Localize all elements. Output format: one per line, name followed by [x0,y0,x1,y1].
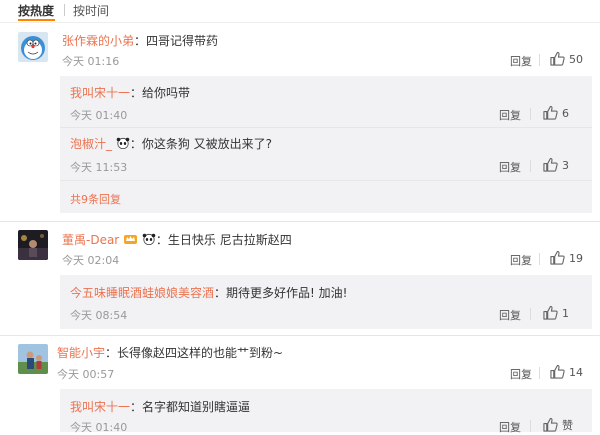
reply-button[interactable]: 回复 [510,252,532,268]
reply-text: ：名字都知道别瞎逼逼 [130,400,251,414]
action-separator [530,108,531,120]
comment-divider [0,221,600,222]
comment-author[interactable]: 张作霖的小弟 [62,34,134,48]
comment-divider [0,335,600,336]
reply-line: 泡椒汁_ ：你这条狗 又被放出来了? [70,135,272,152]
thumbs-up-icon [550,250,565,265]
like-button[interactable]: 19 [550,250,583,265]
like-count: 6 [562,107,569,120]
comment-1-line: 张作霖的小弟：四哥记得带药 [62,32,218,49]
comment-time: 今天 00:57 [57,368,115,381]
reply-time: 今天 01:40 [70,421,128,434]
comment-text: ：四哥记得带药 [134,34,219,48]
action-separator [539,367,540,379]
comment-author[interactable]: 智能小宇 [57,346,105,360]
action-separator [530,308,531,320]
like-label: 赞 [562,419,573,432]
action-separator [539,253,540,265]
reply-time: 今天 11:53 [70,161,128,174]
tab-separator [64,4,65,16]
tabs-divider [0,22,600,23]
panda-emoji-icon [142,233,156,247]
like-button[interactable]: 1 [543,305,569,320]
avatar-photo[interactable] [18,230,48,260]
reply-author[interactable]: 我叫宋十一 [70,86,130,100]
thumbs-up-icon [543,417,558,432]
sort-tabs: 按热度 按时间 [0,0,600,23]
like-button[interactable]: 3 [543,157,569,172]
reply-button[interactable]: 回复 [499,419,521,435]
reply-divider [60,180,592,181]
comment-2-line: 董禹-Dear ：生日快乐 尼古拉斯赵四 [62,231,292,248]
reply-line: 我叫宋十一：给你吗带 [70,84,190,101]
reply-button[interactable]: 回复 [510,366,532,382]
thumbs-up-icon [543,157,558,172]
like-button[interactable]: 14 [550,364,583,379]
reply-author[interactable]: 今五味睡眠酒蛙娘娘美容酒 [70,286,214,300]
action-separator [530,160,531,172]
tab-sort-time[interactable]: 按时间 [73,2,109,19]
comment-author[interactable]: 董禹-Dear [62,233,119,247]
like-count: 19 [569,252,583,265]
reply-button[interactable]: 回复 [499,107,521,123]
like-count: 3 [562,159,569,172]
like-count: 50 [569,53,583,66]
reply-button[interactable]: 回复 [499,159,521,175]
avatar-photo[interactable] [18,344,48,374]
comment-text: ：生日快乐 尼古拉斯赵四 [155,233,292,247]
reply-button[interactable]: 回复 [499,307,521,323]
thumbs-up-icon [550,364,565,379]
reply-line: 今五味睡眠酒蛙娘娘美容酒：期待更多好作品! 加油! [70,284,347,301]
like-button[interactable]: 50 [550,51,583,66]
reply-text: ：给你吗带 [130,86,191,100]
comment-time: 今天 01:16 [62,55,120,68]
reply-button[interactable]: 回复 [510,53,532,69]
tab-sort-hot[interactable]: 按热度 [18,2,54,19]
comment-text: ：长得像赵四这样的也能艹到粉~ [105,346,284,360]
reply-text: ：期待更多好作品! 加油! [214,286,348,300]
reply-line: 我叫宋十一：名字都知道别瞎逼逼 [70,398,250,415]
action-separator [530,420,531,432]
reply-text: ：你这条狗 又被放出来了? [129,137,273,151]
like-count: 14 [569,366,583,379]
thumbs-up-icon [550,51,565,66]
like-count: 1 [562,307,569,320]
like-button[interactable]: 6 [543,105,569,120]
more-replies-link[interactable]: 共9条回复 [70,191,121,207]
panda-emoji-icon [116,137,130,151]
action-separator [539,54,540,66]
comment-3-line: 智能小宇：长得像赵四这样的也能艹到粉~ [57,344,283,361]
avatar-doraemon[interactable] [18,32,48,62]
reply-time: 今天 01:40 [70,109,128,122]
thumbs-up-icon [543,305,558,320]
like-button[interactable]: 赞 [543,417,573,433]
reply-divider [60,127,592,128]
reply-time: 今天 08:54 [70,309,128,322]
reply-author[interactable]: 泡椒汁_ [70,137,112,151]
active-tab-indicator [18,19,55,21]
crown-badge-icon [123,233,138,247]
thumbs-up-icon [543,105,558,120]
comment-time: 今天 02:04 [62,254,120,267]
reply-author[interactable]: 我叫宋十一 [70,400,130,414]
